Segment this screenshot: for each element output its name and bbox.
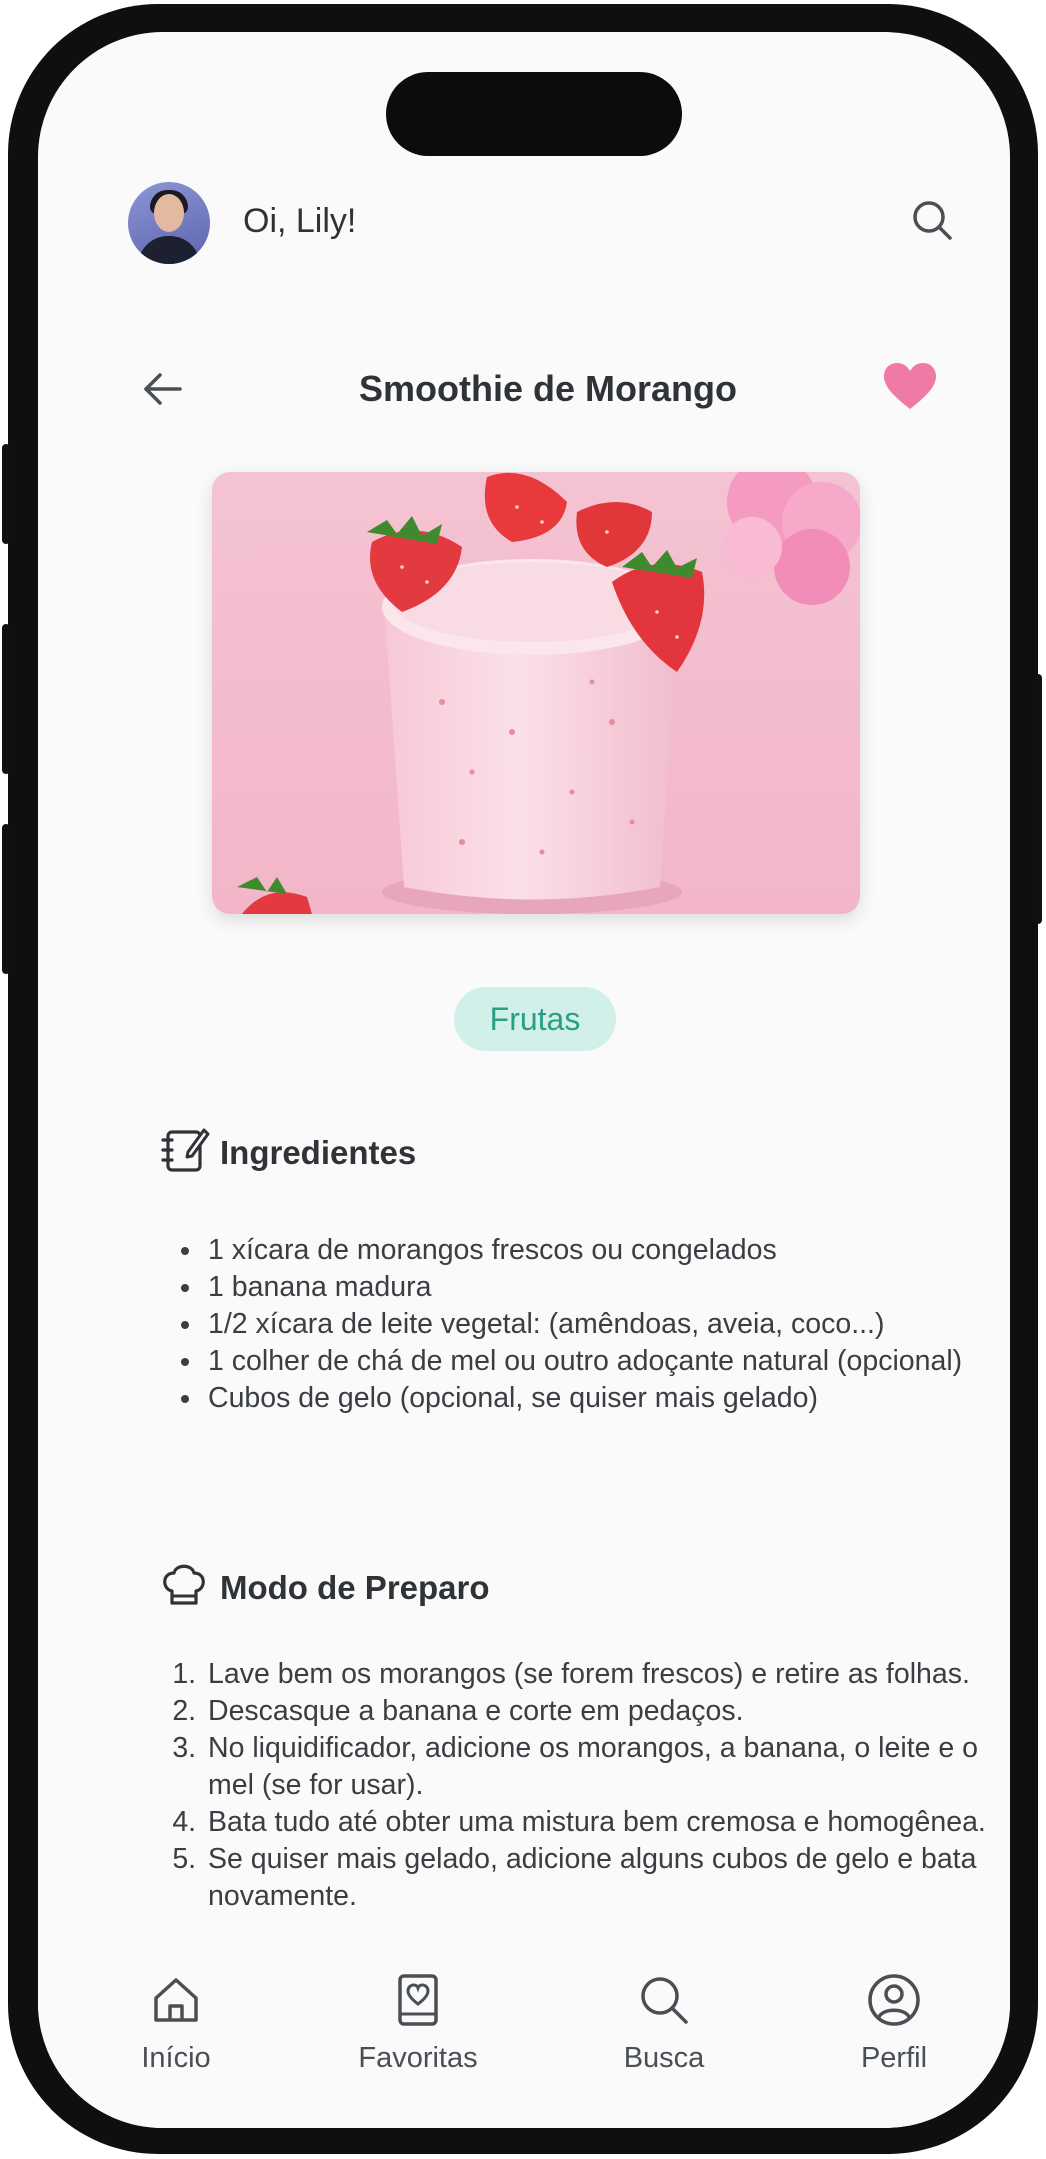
home-icon — [154, 1978, 198, 2022]
dynamic-island — [386, 72, 682, 156]
step-item: Lave bem os morangos (se forem frescos) … — [204, 1656, 1004, 1693]
ingredients-heading-label: Ingredientes — [220, 1134, 417, 1171]
steps-scroll-area[interactable]: Lave bem os morangos (se forem frescos) … — [38, 1656, 1010, 1946]
nav-item-inicio[interactable]: Início — [96, 1972, 256, 2092]
avatar[interactable] — [128, 182, 210, 264]
favorite-heart-icon[interactable] — [882, 362, 938, 412]
preparation-heading: Modo de Preparo — [158, 1559, 858, 1619]
nav-item-favoritas[interactable]: Favoritas — [338, 1972, 498, 2092]
volume-up-button — [2, 624, 10, 774]
recipe-book-icon — [398, 1974, 438, 2026]
ingredients-list: 1 xícara de morangos frescos ou congelad… — [148, 1232, 1004, 1417]
notebook-icon — [161, 1128, 210, 1172]
step-item: Se quiser mais gelado, adicione alguns c… — [204, 1841, 1004, 1915]
volume-down-button — [2, 824, 10, 974]
power-button — [1034, 674, 1042, 924]
ingredient-item: 1 banana madura — [204, 1269, 1004, 1306]
chef-hat-icon — [163, 1564, 205, 1605]
nav-label: Início — [141, 2042, 211, 2074]
ingredient-item: 1 colher de chá de mel ou outro adoçante… — [204, 1343, 1004, 1380]
nav-label: Busca — [623, 2042, 705, 2074]
recipe-title: Smoothie de Morango — [359, 368, 737, 409]
ingredient-item: 1 xícara de morangos frescos ou congelad… — [204, 1232, 1004, 1269]
preparation-heading-label: Modo de Preparo — [220, 1569, 490, 1606]
profile-icon — [868, 1974, 920, 2026]
step-item: Descasque a banana e corte em pedaços. — [204, 1693, 1004, 1730]
nav-item-perfil[interactable]: Perfil — [814, 1972, 974, 2092]
ingredients-heading: Ingredientes — [158, 1124, 858, 1184]
ingredient-item: Cubos de gelo (opcional, se quiser mais … — [204, 1380, 1004, 1417]
step-item: No liquidificador, adicione os morangos,… — [204, 1730, 1004, 1804]
side-button — [2, 444, 10, 544]
step-item: Bata tudo até obter uma mistura bem crem… — [204, 1804, 1004, 1841]
nav-item-busca[interactable]: Busca — [584, 1972, 744, 2092]
nav-label: Perfil — [860, 2042, 928, 2074]
recipe-titlebar: Smoothie de Morango — [118, 350, 978, 430]
bottom-nav: Início Favoritas Busca Perfil — [38, 1944, 1010, 2128]
nav-label: Favoritas — [358, 2042, 478, 2074]
recipe-photo — [212, 472, 860, 914]
search-icon[interactable] — [908, 196, 958, 246]
phone-frame: Oi, Lily! Smoothie de Morango Frutas Ing… — [2, 4, 1042, 2154]
category-tag[interactable]: Frutas — [454, 987, 616, 1051]
preparation-steps: Lave bem os morangos (se forem frescos) … — [148, 1656, 1004, 1915]
ingredient-item: 1/2 xícara de leite vegetal: (amêndoas, … — [204, 1306, 1004, 1343]
app-header: Oi, Lily! — [128, 182, 958, 272]
app-screen: Oi, Lily! Smoothie de Morango Frutas Ing… — [38, 32, 1010, 2128]
search-icon — [641, 1977, 688, 2024]
greeting-text: Oi, Lily! — [243, 202, 357, 240]
